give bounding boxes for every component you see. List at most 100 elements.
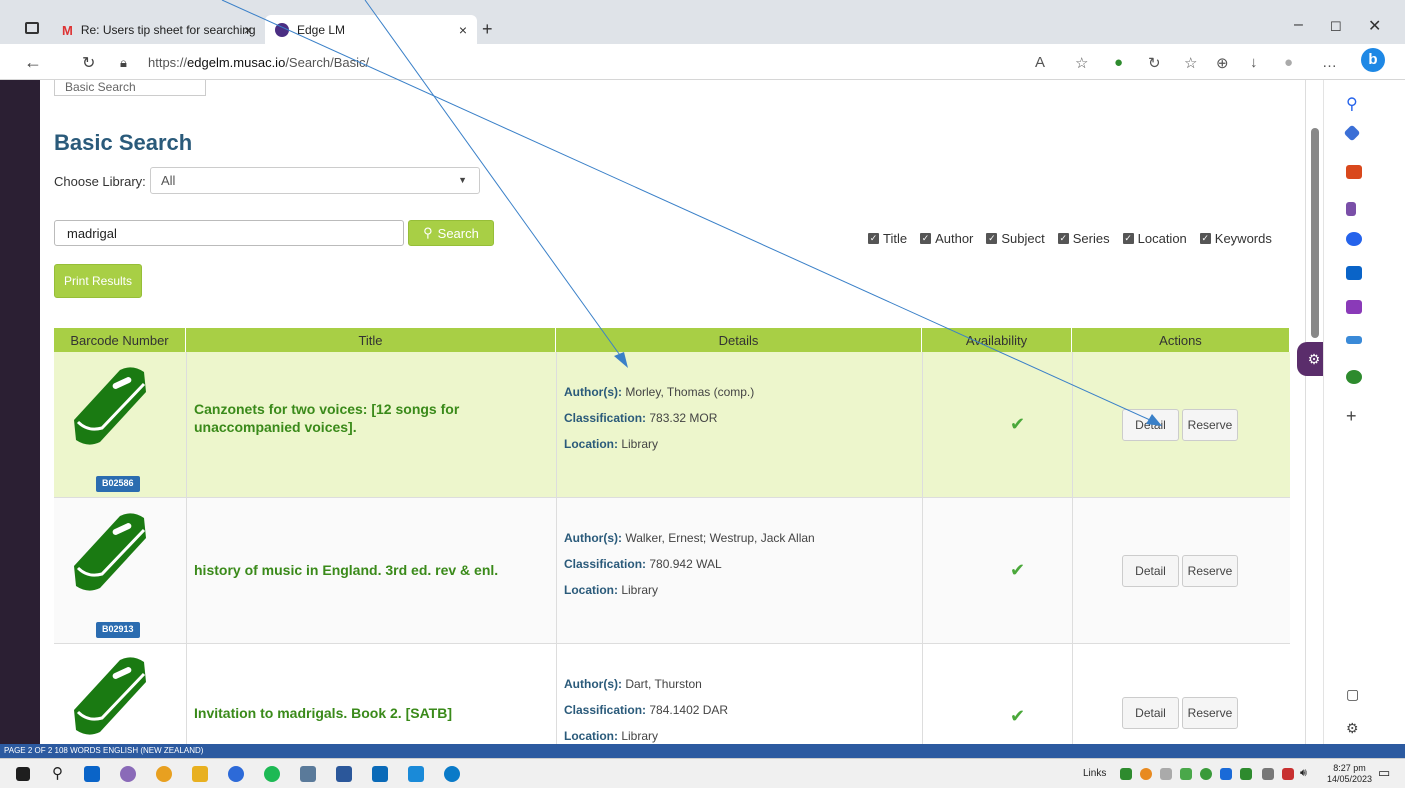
checkbox-checked-icon: ✓: [986, 233, 998, 244]
detail-button[interactable]: Detail: [1122, 697, 1179, 729]
taskbar-search-icon[interactable]: ⚲: [52, 764, 68, 782]
close-tab-icon[interactable]: ×: [244, 22, 252, 38]
extension-icon[interactable]: ↻: [1148, 54, 1161, 72]
table-row: B02586 Canzonets for two voices: [12 son…: [54, 352, 1290, 498]
scrollbar-thumb[interactable]: [1311, 128, 1319, 338]
book-title-link[interactable]: Invitation to madrigals. Book 2. [SATB]: [194, 704, 534, 722]
checkbox-checked-icon: ✓: [1122, 233, 1134, 244]
search-mode-select[interactable]: Basic Search: [54, 80, 206, 96]
volume-icon[interactable]: 🔊︎: [1300, 767, 1316, 783]
chrome-taskbar-icon[interactable]: [156, 766, 172, 782]
sidebar-office-icon[interactable]: [1346, 232, 1362, 246]
filter-author[interactable]: ✓ Author: [920, 231, 973, 246]
extension-check-icon[interactable]: ●: [1114, 54, 1123, 71]
table-row: Invitation to madrigals. Book 2. [SATB] …: [54, 644, 1290, 744]
close-tab-icon[interactable]: ×: [459, 22, 467, 38]
tab-gmail[interactable]: M Re: Users tip sheet for searching ×: [52, 15, 262, 45]
sidebar-settings-icon[interactable]: ⚙: [1346, 720, 1362, 736]
tray-icon[interactable]: [1120, 768, 1132, 780]
barcode-badge: B02913: [96, 622, 140, 638]
close-window-icon[interactable]: ✕: [1368, 16, 1381, 36]
sidebar-drop-icon[interactable]: [1346, 336, 1362, 344]
sidebar-shopping-icon[interactable]: [1343, 124, 1361, 142]
col-actions: Actions: [1072, 328, 1290, 352]
book-title-link[interactable]: history of music in England. 3rd ed. rev…: [194, 561, 534, 579]
col-details: Details: [556, 328, 922, 352]
sidebar-tools-icon[interactable]: [1346, 165, 1362, 179]
profile-icon[interactable]: ●: [1284, 54, 1293, 71]
tray-icon[interactable]: [1240, 768, 1252, 780]
lock-icon: 🔒︎: [120, 55, 127, 70]
read-aloud-icon[interactable]: A: [1035, 54, 1045, 71]
network-icon[interactable]: [1262, 768, 1274, 780]
sidebar-panel-icon[interactable]: ▢: [1346, 686, 1362, 702]
collections-icon[interactable]: ⊕: [1216, 54, 1229, 72]
sidebar-games-icon[interactable]: [1346, 202, 1356, 216]
more-menu-icon[interactable]: …: [1322, 54, 1337, 71]
page-scrollbar[interactable]: [1305, 80, 1323, 744]
bing-icon[interactable]: b: [1361, 48, 1385, 72]
barcode-badge: B02586: [96, 476, 140, 492]
filter-keywords[interactable]: ✓ Keywords: [1199, 231, 1272, 246]
detail-button[interactable]: Detail: [1122, 409, 1179, 441]
tab-actions-icon[interactable]: [25, 22, 39, 34]
download-icon[interactable]: ↓: [1250, 54, 1258, 71]
app-taskbar-icon[interactable]: [120, 766, 136, 782]
page-title: Basic Search: [54, 130, 193, 155]
filter-subject[interactable]: ✓ Subject: [986, 231, 1045, 246]
app-c-icon[interactable]: [372, 766, 388, 782]
new-tab-button[interactable]: +: [482, 19, 493, 40]
sidebar-outlook-icon[interactable]: [1346, 266, 1362, 280]
file-explorer-icon[interactable]: [192, 766, 208, 782]
bluetooth-icon[interactable]: [1220, 768, 1232, 780]
word-icon[interactable]: [336, 766, 352, 782]
detail-button[interactable]: Detail: [1122, 555, 1179, 587]
book-title-link[interactable]: Canzonets for two voices: [12 songs for …: [194, 400, 534, 436]
tray-icon[interactable]: [1140, 768, 1152, 780]
filter-series[interactable]: ✓ Series: [1057, 231, 1110, 246]
url-field[interactable]: https://edgelm.musac.io/Search/Basic/: [148, 55, 369, 70]
zoom-icon[interactable]: [228, 766, 244, 782]
word-status-bar: PAGE 2 OF 2 108 WORDS ENGLISH (NEW ZEALA…: [0, 744, 1405, 758]
reserve-button[interactable]: Reserve: [1182, 409, 1238, 441]
start-icon[interactable]: [16, 767, 30, 781]
address-bar: ← ↻ 🔒︎ https://edgelm.musac.io/Search/Ba…: [0, 44, 1405, 80]
available-check-icon: ✔: [1010, 706, 1026, 726]
sidebar-add-icon[interactable]: +: [1346, 406, 1362, 426]
minimize-icon[interactable]: –: [1294, 16, 1303, 34]
calculator-icon[interactable]: [300, 766, 316, 782]
app-grid-icon[interactable]: [408, 766, 424, 782]
favorites-icon[interactable]: ☆: [1184, 54, 1197, 72]
back-icon[interactable]: ←: [24, 52, 42, 73]
tray-icon[interactable]: [1200, 768, 1212, 780]
filter-location[interactable]: ✓ Location: [1122, 231, 1187, 246]
print-results-button[interactable]: Print Results: [54, 264, 142, 298]
favorite-star-icon[interactable]: ☆: [1075, 54, 1088, 72]
tray-icon[interactable]: [1180, 768, 1192, 780]
tab-label: Edge LM: [297, 23, 346, 37]
tab-edge-lm[interactable]: Edge LM ×: [265, 15, 477, 45]
notifications-icon[interactable]: ▭: [1378, 765, 1394, 781]
sidebar-tree-icon[interactable]: [1346, 370, 1362, 384]
choose-library-label: Choose Library:: [54, 174, 146, 189]
edge-taskbar-icon[interactable]: [444, 766, 460, 782]
sidebar-search-icon[interactable]: ⚲: [1346, 94, 1362, 113]
clock[interactable]: 8:27 pm 14/05/2023: [1327, 763, 1372, 785]
outlook-taskbar-icon[interactable]: [84, 766, 100, 782]
library-select[interactable]: All ▼: [150, 167, 480, 194]
search-input[interactable]: [54, 220, 404, 246]
tab-bar: M Re: Users tip sheet for searching × Ed…: [0, 0, 1405, 45]
checkbox-checked-icon: ✓: [1057, 233, 1069, 244]
reserve-button[interactable]: Reserve: [1182, 697, 1238, 729]
filter-title[interactable]: ✓ Title: [868, 231, 907, 246]
maximize-icon[interactable]: ☐: [1330, 19, 1342, 35]
search-button[interactable]: ⚲ Search: [408, 220, 494, 246]
links-toolbar[interactable]: Links: [1083, 768, 1106, 779]
reserve-button[interactable]: Reserve: [1182, 555, 1238, 587]
book-icon: [74, 513, 146, 591]
refresh-icon[interactable]: ↻: [82, 53, 95, 73]
tray-icon[interactable]: [1282, 768, 1294, 780]
tray-icon[interactable]: [1160, 768, 1172, 780]
sidebar-designer-icon[interactable]: [1346, 300, 1362, 314]
spotify-icon[interactable]: [264, 766, 280, 782]
